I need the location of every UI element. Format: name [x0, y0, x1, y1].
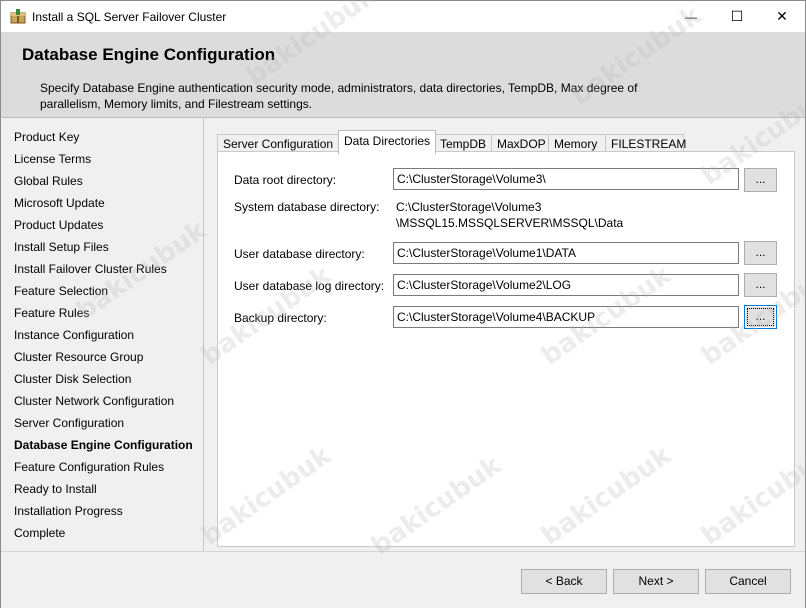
nav-item-complete[interactable]: Complete	[14, 526, 65, 544]
data-root-browse-button[interactable]: ...	[744, 168, 777, 192]
user-db-input[interactable]: C:\ClusterStorage\Volume1\DATA	[393, 242, 739, 264]
window-title: Install a SQL Server Failover Cluster	[32, 10, 227, 24]
nav-item-install-failover-cluster-rules[interactable]: Install Failover Cluster Rules	[14, 262, 167, 280]
main-content: Server Configuration Data Directories Te…	[204, 118, 805, 551]
nav-item-feature-rules[interactable]: Feature Rules	[14, 306, 89, 324]
nav-item-ready-to-install[interactable]: Ready to Install	[14, 482, 97, 500]
nav-item-instance-configuration[interactable]: Instance Configuration	[14, 328, 134, 346]
nav-item-microsoft-update[interactable]: Microsoft Update	[14, 196, 105, 214]
installer-window: Install a SQL Server Failover Cluster — …	[0, 0, 806, 608]
data-root-label: Data root directory:	[234, 173, 337, 187]
system-db-value-line2: \MSSQL15.MSSQLSERVER\MSSQL\Data	[396, 216, 624, 230]
data-root-input[interactable]: C:\ClusterStorage\Volume3\	[393, 168, 739, 190]
nav-item-cluster-disk-selection[interactable]: Cluster Disk Selection	[14, 372, 131, 390]
nav-item-feature-configuration-rules[interactable]: Feature Configuration Rules	[14, 460, 164, 478]
page-description: Specify Database Engine authentication s…	[40, 81, 638, 111]
back-button[interactable]: < Back	[521, 569, 607, 594]
page-header: Database Engine Configuration Specify Da…	[1, 32, 805, 118]
minimize-button[interactable]: —	[668, 1, 714, 32]
nav-item-product-updates[interactable]: Product Updates	[14, 218, 103, 236]
nav-item-global-rules[interactable]: Global Rules	[14, 174, 83, 192]
nav-item-database-engine-configuration[interactable]: Database Engine Configuration	[14, 438, 193, 456]
user-log-input[interactable]: C:\ClusterStorage\Volume2\LOG	[393, 274, 739, 296]
maximize-button[interactable]: ☐	[714, 1, 760, 32]
nav-item-feature-selection[interactable]: Feature Selection	[14, 284, 108, 302]
nav-item-cluster-network-configuration[interactable]: Cluster Network Configuration	[14, 394, 174, 412]
user-log-label: User database log directory:	[234, 279, 385, 293]
next-button[interactable]: Next >	[613, 569, 699, 594]
system-db-value-line1: C:\ClusterStorage\Volume3	[396, 200, 542, 214]
wizard-footer: < Back Next > Cancel	[1, 551, 805, 608]
nav-item-cluster-resource-group[interactable]: Cluster Resource Group	[14, 350, 143, 368]
backup-label: Backup directory:	[234, 311, 327, 325]
backup-browse-button[interactable]: ...	[744, 305, 777, 329]
backup-input[interactable]: C:\ClusterStorage\Volume4\BACKUP	[393, 306, 739, 328]
maximize-icon: ☐	[730, 8, 744, 24]
tab-data-directories[interactable]: Data Directories	[338, 130, 436, 154]
user-db-label: User database directory:	[234, 247, 365, 261]
close-button[interactable]: ✕	[759, 1, 805, 32]
close-icon: ✕	[776, 8, 788, 24]
setup-box-icon	[10, 9, 26, 24]
page-title: Database Engine Configuration	[22, 45, 276, 64]
system-db-label: System database directory:	[234, 200, 380, 214]
nav-item-product-key[interactable]: Product Key	[14, 130, 79, 148]
minimize-icon: —	[685, 9, 697, 24]
wizard-steps-nav: Product Key License Terms Global Rules M…	[1, 118, 204, 551]
user-log-browse-button[interactable]: ...	[744, 273, 777, 297]
data-directories-panel: Data root directory: C:\ClusterStorage\V…	[217, 151, 795, 547]
title-bar: Install a SQL Server Failover Cluster — …	[1, 1, 805, 32]
user-db-browse-button[interactable]: ...	[744, 241, 777, 265]
cancel-button[interactable]: Cancel	[705, 569, 791, 594]
nav-item-installation-progress[interactable]: Installation Progress	[14, 504, 123, 522]
nav-item-license-terms[interactable]: License Terms	[14, 152, 91, 170]
nav-item-install-setup-files[interactable]: Install Setup Files	[14, 240, 109, 258]
nav-item-server-configuration[interactable]: Server Configuration	[14, 416, 124, 434]
